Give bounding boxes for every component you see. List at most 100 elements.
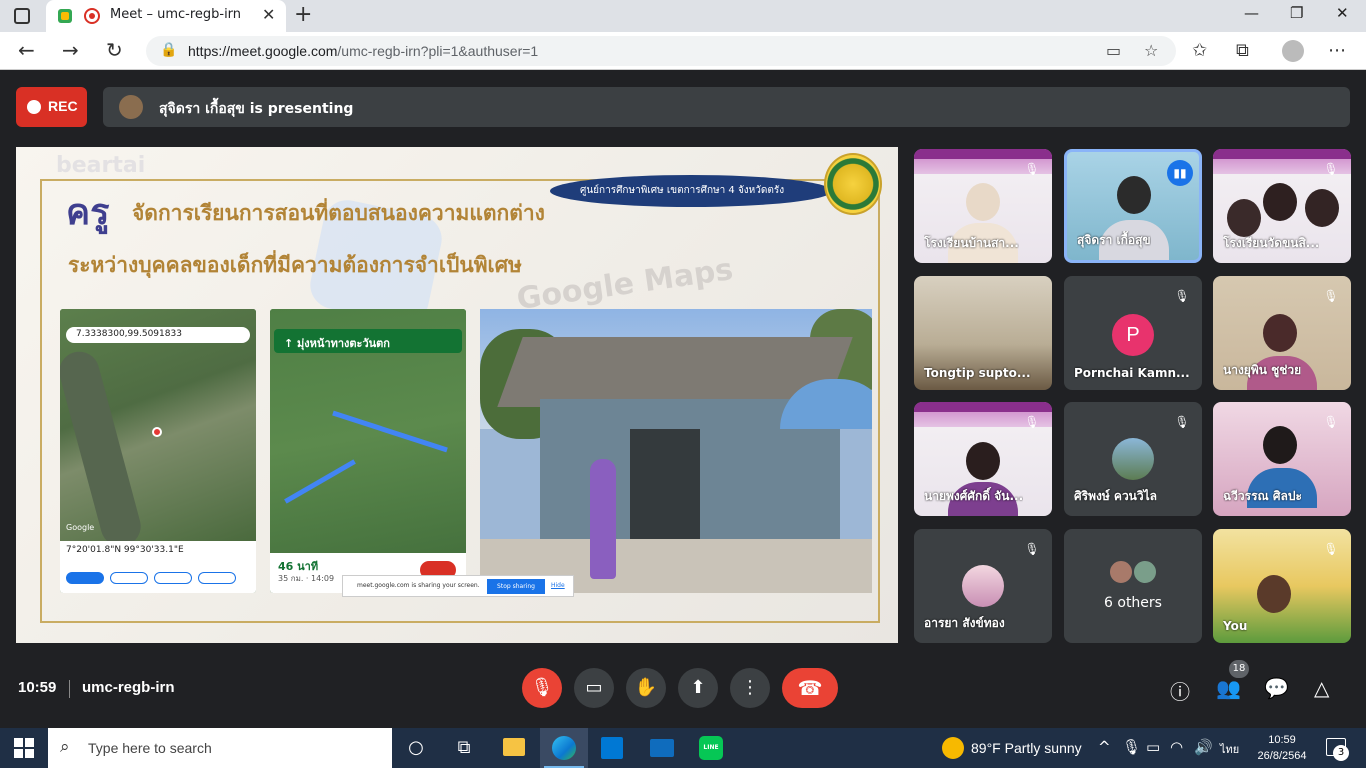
participant-photo-avatar <box>1112 438 1154 480</box>
forward-arrow-icon[interactable]: → <box>62 38 79 62</box>
back-arrow-icon[interactable]: ← <box>18 38 35 62</box>
input-language[interactable]: ไทย <box>1220 740 1239 758</box>
participant-name: นายพงศ์ศักดิ์ จัน... <box>924 489 1024 503</box>
more-menu-icon[interactable]: ⋯ <box>1328 40 1346 61</box>
taskbar-search-box[interactable]: ⌕ Type here to search <box>48 728 392 768</box>
more-options-button[interactable]: ⋮ <box>730 668 770 708</box>
participant-tile[interactable]: 🎙 โรงเรียนบ้านสา... <box>914 149 1052 263</box>
wifi-icon[interactable]: ◠ <box>1170 738 1183 756</box>
show-hidden-icons-icon[interactable]: ^ <box>1098 738 1111 756</box>
tab-actions-icon[interactable] <box>14 8 30 24</box>
windows-taskbar: ⌕ Type here to search ○ ⧉ LINE 89°F Part… <box>0 728 1366 768</box>
camera-in-use-icon[interactable]: ▭ <box>1106 41 1121 60</box>
file-explorer-icon[interactable] <box>503 738 525 756</box>
mic-off-icon: 🎙 <box>1323 162 1339 176</box>
favorites-icon[interactable]: ✩ <box>1192 40 1207 61</box>
recording-label: REC <box>48 98 78 114</box>
task-view-icon[interactable]: ⧉ <box>452 736 476 760</box>
participant-tile[interactable]: 🎙 นายพงศ์ศักดิ์ จัน... <box>914 402 1052 516</box>
tab-close-icon[interactable]: ✕ <box>262 5 275 24</box>
mic-toggle-button[interactable]: 🎙 <box>522 668 562 708</box>
stop-sharing-button: Stop sharing <box>487 579 545 594</box>
meet-favicon-icon <box>58 9 72 23</box>
windows-start-icon[interactable] <box>14 738 34 758</box>
profile-avatar[interactable] <box>1282 40 1304 62</box>
battery-icon[interactable]: ▭ <box>1146 738 1160 756</box>
microsoft-store-icon[interactable] <box>601 737 623 759</box>
navigation-banner: ↑ มุ่งหน้าทางตะวันตก <box>274 329 462 353</box>
mic-off-icon: 🎙 <box>1323 415 1339 429</box>
record-dot-icon <box>27 100 41 114</box>
raise-hand-button[interactable]: ✋ <box>626 668 666 708</box>
maximize-button[interactable]: ❐ <box>1290 4 1303 22</box>
present-now-button[interactable]: ⬆ <box>678 668 718 708</box>
lock-icon: 🔒 <box>160 42 178 58</box>
microphone-tray-icon[interactable]: 🎙 <box>1122 738 1141 756</box>
weather-text[interactable]: 89°F Partly sunny <box>971 740 1082 756</box>
activities-icon[interactable]: △ <box>1314 676 1329 700</box>
hide-link: Hide <box>551 582 565 589</box>
others-tile[interactable]: 6 others <box>1064 529 1202 643</box>
close-window-button[interactable]: ✕ <box>1336 4 1349 22</box>
recording-button[interactable]: REC <box>16 87 87 127</box>
browser-tab-meet[interactable]: Meet – umc-regb-irn ✕ <box>46 0 286 32</box>
participant-name: ฉวีวรรณ ศิลปะ <box>1223 489 1302 503</box>
url-path: /umc-regb-irn?pli=1&authuser=1 <box>337 43 539 59</box>
participant-video <box>1263 314 1297 352</box>
presentation-stage: beartai Google Maps ครู จัดการเรียนการสอ… <box>16 147 898 643</box>
minimize-button[interactable]: — <box>1244 4 1259 22</box>
participant-tile[interactable]: 🎙 ฉวีวรรณ ศิลปะ <box>1213 402 1351 516</box>
presenting-text: สุจิดรา เกื้อสุข is presenting <box>159 101 354 117</box>
map-search-box: 7.3338300,99.5091833 <box>66 327 250 343</box>
url-field[interactable]: 🔒 https://meet.google.com/umc-regb-irn?p… <box>146 36 1176 66</box>
participant-name: โรงเรียนวัดขนสิ... <box>1223 236 1320 250</box>
participant-tile-speaking[interactable]: ▮▮ สุจิดรา เกื้อสุข <box>1064 149 1202 263</box>
participant-tile[interactable]: Tongtip supto... <box>914 276 1052 390</box>
speaking-indicator-icon: ▮▮ <box>1167 160 1193 186</box>
slide-title-line2: ระหว่างบุคคลของเด็กที่มีความต้องการจำเป็… <box>68 253 522 277</box>
participant-tile[interactable]: P 🎙 Pornchai Kamn... <box>1064 276 1202 390</box>
mic-off-icon: 🎙 <box>1174 289 1190 303</box>
participant-tile[interactable]: 🎙 อารยา สังข์ทอง <box>914 529 1052 643</box>
mail-icon[interactable] <box>650 739 674 757</box>
edge-browser-icon[interactable] <box>552 736 576 760</box>
weather-sun-icon[interactable] <box>942 737 964 759</box>
chat-icon[interactable]: 💬 <box>1264 676 1289 700</box>
participant-tile[interactable]: 🎙 โรงเรียนวัดขนสิ... <box>1213 149 1351 263</box>
others-avatar <box>1108 559 1134 585</box>
navigation-direction: ↑ มุ่งหน้าทางตะวันตก <box>284 337 390 350</box>
participant-video <box>1257 575 1291 613</box>
line-app-icon[interactable]: LINE <box>699 736 723 760</box>
collections-icon[interactable]: ⧉ <box>1236 40 1249 61</box>
meeting-details-icon[interactable]: ⓘ <box>1170 676 1190 705</box>
camera-toggle-button[interactable]: ▭ <box>574 668 614 708</box>
mic-off-icon: 🎙 <box>1174 415 1190 429</box>
self-view-tile[interactable]: 🎙 You <box>1213 529 1351 643</box>
divider <box>69 680 70 698</box>
participant-name: Pornchai Kamn... <box>1074 366 1190 380</box>
mic-off-icon: 🎙 <box>1024 415 1040 429</box>
address-bar-row: ← → ↻ 🔒 https://meet.google.com/umc-regb… <box>0 32 1366 70</box>
url-text: https://meet.google.com/umc-regb-irn?pli… <box>188 43 538 59</box>
participant-initial-avatar: P <box>1112 314 1154 356</box>
add-favorite-icon[interactable]: ☆ <box>1144 41 1158 60</box>
recording-indicator-icon <box>84 8 100 24</box>
mic-off-icon: 🎙 <box>1024 162 1040 176</box>
brand-watermark: beartai <box>56 153 146 178</box>
refresh-icon[interactable]: ↻ <box>106 38 123 62</box>
mic-off-icon: 🎙 <box>1024 542 1040 556</box>
participant-name: You <box>1223 619 1248 633</box>
volume-icon[interactable]: 🔊 <box>1194 738 1213 756</box>
taskbar-search-placeholder: Type here to search <box>88 740 212 756</box>
leave-call-button[interactable]: ☎ <box>782 668 838 708</box>
people-icon[interactable]: 👥 <box>1216 676 1241 700</box>
participant-tile[interactable]: 🎙 นางยุพิน ชูช่วย <box>1213 276 1351 390</box>
participant-tile[interactable]: 🎙 ศิริพงษ์ ควนวิไล <box>1064 402 1202 516</box>
participant-name: อารยา สังข์ทอง <box>924 616 1005 630</box>
slide-org-text: ศูนย์การศึกษาพิเศษ เขตการศึกษา 4 จังหวัด… <box>580 185 785 196</box>
taskbar-clock[interactable]: 10:59 26/8/2564 <box>1252 732 1312 764</box>
cortana-icon[interactable]: ○ <box>404 736 428 760</box>
new-tab-button[interactable]: + <box>294 2 312 27</box>
map-action-buttons <box>66 569 250 584</box>
presenter-avatar <box>119 95 143 119</box>
